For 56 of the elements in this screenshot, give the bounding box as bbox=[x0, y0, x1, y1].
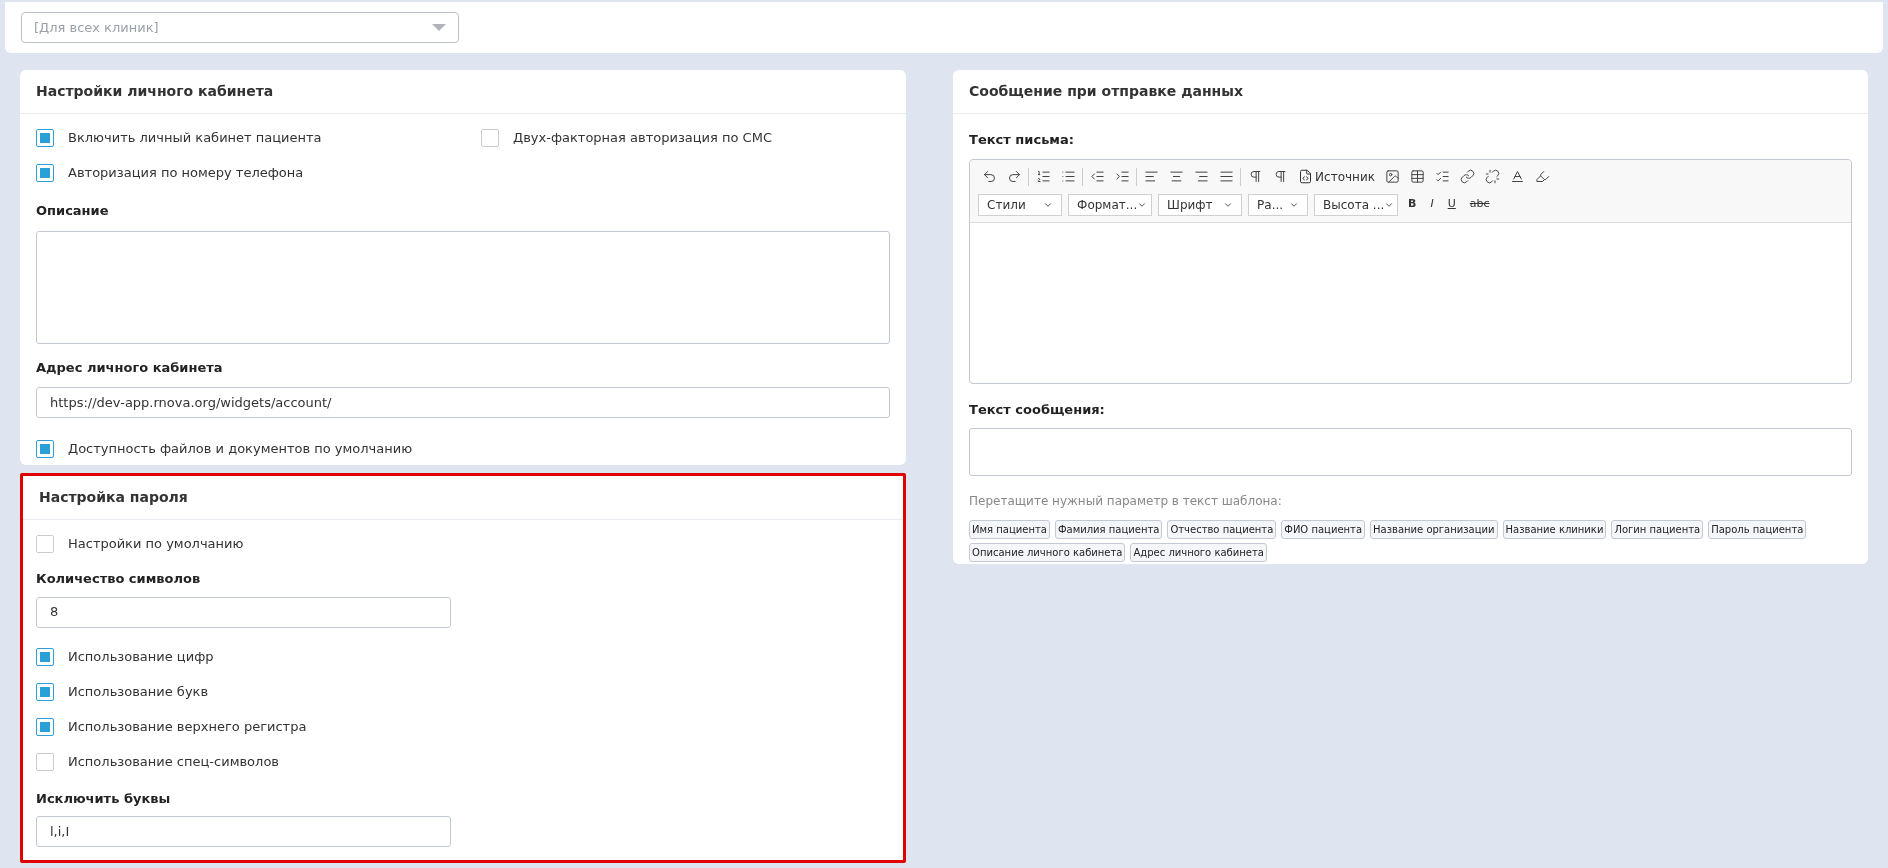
editor-dropdown[interactable]: Формат... bbox=[1068, 193, 1153, 216]
checkbox-label: Доступность файлов и документов по умолчанию bbox=[68, 440, 413, 459]
field-label: Текст письма: bbox=[969, 131, 1075, 149]
hint-text: Перетащите нужный параметр в текст шаблона: bbox=[969, 493, 1283, 510]
format-button[interactable]: I bbox=[1426, 193, 1438, 216]
parameter-tag[interactable]: Описание личного кабинета bbox=[969, 543, 1126, 562]
format-button[interactable]: abc bbox=[1465, 193, 1494, 216]
checkbox[interactable] bbox=[36, 647, 54, 666]
checkbox-label: Использование цифр bbox=[68, 647, 214, 666]
description-field[interactable] bbox=[36, 230, 891, 344]
checkbox-label: Использование спец-символов bbox=[68, 752, 279, 771]
checkbox[interactable] bbox=[36, 682, 54, 701]
panel-title: Настройки личного кабинета bbox=[36, 82, 274, 101]
parameter-tag[interactable]: Название клиники bbox=[1502, 520, 1607, 539]
rich-text-editor[interactable]: Источник Стили Формат... Шрифт Ра... Высота ... B I U abc bbox=[969, 158, 1852, 384]
checkbox[interactable] bbox=[36, 129, 54, 147]
field-label: Текст сообщения: bbox=[969, 400, 1106, 419]
field-label: Исключить буквы bbox=[36, 789, 172, 808]
parameter-tag[interactable]: Логин пациента bbox=[1611, 520, 1704, 539]
checkbox[interactable] bbox=[481, 129, 499, 147]
editor-dropdown[interactable]: Ра... bbox=[1248, 193, 1309, 216]
editor-dropdown[interactable]: Высота ... bbox=[1314, 193, 1399, 216]
format-button[interactable]: U bbox=[1443, 193, 1460, 216]
checkbox[interactable] bbox=[36, 717, 54, 736]
checkbox[interactable] bbox=[36, 535, 54, 553]
checkbox[interactable] bbox=[36, 164, 54, 182]
checkbox[interactable] bbox=[36, 752, 54, 771]
checkbox-label: Авторизация по номеру телефона bbox=[68, 164, 304, 183]
checkbox-label: Двух-факторная авторизация по СМС bbox=[513, 129, 772, 148]
panel-title: Сообщение при отправке данных bbox=[969, 82, 1243, 101]
parameter-tag[interactable]: Пароль пациента bbox=[1708, 520, 1807, 539]
field-label: Количество символов bbox=[36, 570, 202, 588]
checkbox-label: Использование букв bbox=[68, 682, 209, 701]
caret-icon bbox=[432, 24, 446, 31]
parameter-tag[interactable]: Отчество пациента bbox=[1167, 520, 1277, 539]
panel-title: Настройка пароля bbox=[39, 488, 188, 507]
parameter-tag[interactable]: Адрес личного кабинета bbox=[1130, 543, 1267, 562]
checkbox-label: Включить личный кабинет пациента bbox=[68, 129, 322, 148]
field-label: Описание bbox=[36, 202, 110, 220]
field-label: Адрес личного кабинета bbox=[36, 358, 224, 377]
checkbox[interactable] bbox=[36, 440, 54, 458]
source-button[interactable]: Источник bbox=[1294, 165, 1379, 188]
input-field[interactable]: 8 bbox=[36, 596, 451, 628]
checkbox-label: Использование верхнего регистра bbox=[68, 717, 307, 736]
message-field[interactable] bbox=[969, 428, 1852, 476]
format-button[interactable]: B bbox=[1404, 193, 1421, 216]
parameter-tag[interactable]: ФИО пациента bbox=[1281, 520, 1366, 539]
editor-dropdown[interactable]: Стили bbox=[978, 193, 1063, 216]
parameter-tag[interactable]: Имя пациента bbox=[969, 520, 1050, 539]
input-field[interactable]: https://dev-app.rnova.org/widgets/account/ bbox=[36, 387, 891, 418]
checkbox-label: Настройки по умолчанию bbox=[68, 535, 244, 554]
editor-dropdown[interactable]: Шрифт bbox=[1158, 193, 1243, 216]
parameter-tag[interactable]: Фамилия пациента bbox=[1054, 520, 1163, 539]
input-field[interactable]: l,i,I bbox=[36, 816, 451, 847]
code-file-icon bbox=[1298, 169, 1314, 184]
parameter-tag[interactable]: Название организации bbox=[1370, 520, 1498, 539]
